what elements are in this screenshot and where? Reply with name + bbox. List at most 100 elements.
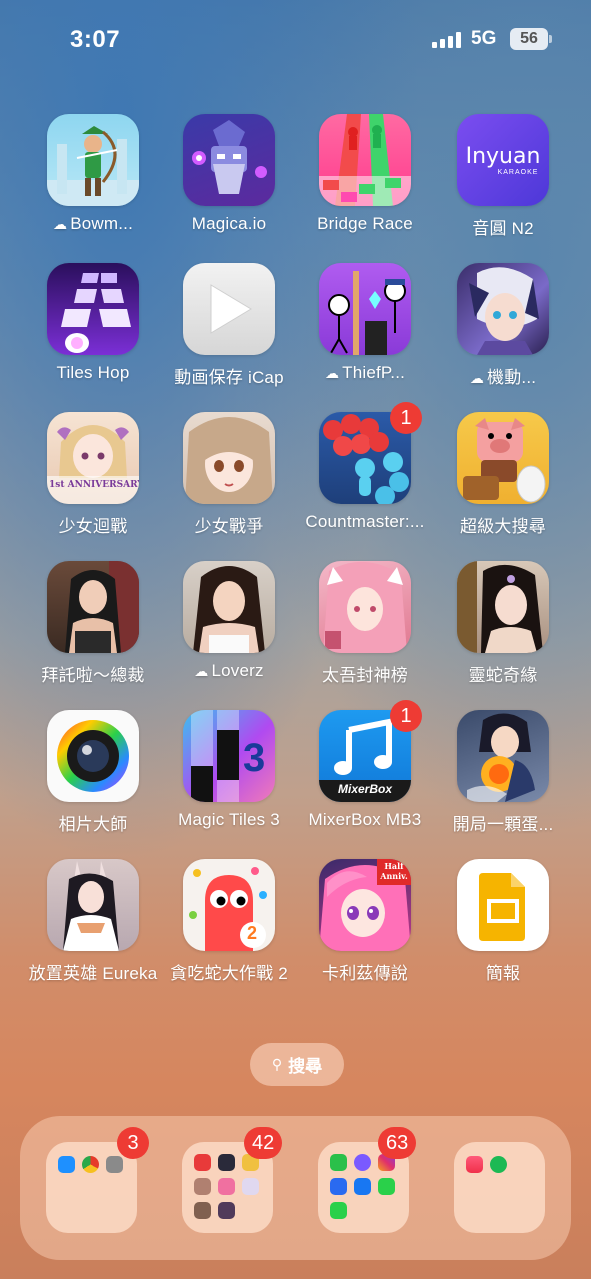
app-label: 貪吃蛇大作戰 2 — [170, 964, 288, 983]
dock-badge-2: 42 — [244, 1127, 283, 1159]
anime-girl-icon — [183, 412, 275, 504]
app-lingshe-qiyuan[interactable]: 靈蛇奇緣 — [428, 561, 578, 686]
app-label: 動画保存 iCap — [174, 368, 284, 387]
app-bowmasters[interactable]: ☁ Bowm... — [18, 114, 168, 234]
settings-gear-icon — [106, 1156, 123, 1173]
app-super-search[interactable]: 超級大搜尋 — [428, 412, 578, 537]
app-shaonu-huizhan[interactable]: 1st ANNIVERSARY 少女迴戰 — [18, 412, 168, 537]
signal-strength-icon — [432, 32, 461, 48]
app-label: Countmaster:... — [305, 512, 425, 531]
apple-music-icon — [466, 1156, 483, 1173]
half-anniversary-text: Half Anniv. — [380, 861, 408, 881]
game-icon — [194, 1202, 211, 1219]
spotlight-search-button[interactable]: ⚲ 搜尋 — [250, 1043, 344, 1086]
app-icon — [330, 1178, 347, 1195]
app-label: Magica.io — [191, 214, 267, 233]
anniversary-text: 1st ANNIVERSARY — [49, 480, 139, 490]
messenger-icon — [354, 1154, 371, 1171]
app-icap[interactable]: 動画保存 iCap — [154, 263, 304, 388]
app-photo-director[interactable]: 相片大師 — [18, 710, 168, 835]
game-icon — [194, 1178, 211, 1195]
app-loverz[interactable]: ☁ Loverz — [154, 561, 304, 681]
snake-icon: 2 — [183, 859, 275, 951]
cloud-download-icon: ☁ — [324, 365, 340, 381]
app-label: ☁ Loverz — [194, 661, 264, 680]
app-mixerbox[interactable]: 1 MixerBox MixerBox MB3 — [290, 700, 440, 830]
mixerbox-text: MixerBox — [337, 782, 393, 796]
app-inyuan-n2[interactable]: Inyuan KARAOKE 音圓 N2 — [428, 114, 578, 239]
status-bar: 3:07 5G 56 — [0, 0, 591, 80]
woman-selfie-icon — [183, 561, 275, 653]
app-label: ☁ 機動... — [469, 368, 537, 387]
cloud-download-icon: ☁ — [194, 663, 209, 679]
dock-folder-music[interactable] — [454, 1142, 545, 1233]
game-icon — [218, 1178, 235, 1195]
app-taiwu-fengshen[interactable]: 太吾封神榜 — [290, 561, 440, 686]
app-label: ☁ ThiefP... — [324, 363, 406, 382]
app-label: 少女戰爭 — [194, 517, 264, 536]
tiles-hop-icon — [47, 263, 139, 355]
app-kaiju-yike-dan[interactable]: 開局一顆蛋... — [428, 710, 578, 835]
app-magic-tiles-3[interactable]: 3 Magic Tiles 3 — [154, 710, 304, 830]
app-label: 拜託啦～總裁 — [41, 666, 145, 685]
app-magica-io[interactable]: Magica.io — [154, 114, 304, 234]
messages-icon — [378, 1178, 395, 1195]
app-kalizi-legend[interactable]: Half Anniv. 卡利茲傳說 — [290, 859, 440, 984]
notification-badge: 1 — [390, 700, 422, 732]
fantasy-girl-icon — [319, 561, 411, 653]
pokemon-icon — [194, 1154, 211, 1171]
pig-toilet-icon — [457, 412, 549, 504]
notification-badge: 1 — [390, 402, 422, 434]
anime-girl-anniversary-icon: 1st ANNIVERSARY — [47, 412, 139, 504]
app-label: 開局一顆蛋... — [452, 815, 554, 834]
app-eureka[interactable]: 放置英雄 Eureka — [18, 859, 168, 984]
search-icon: ⚲ — [271, 1056, 283, 1072]
dock-badge-1: 3 — [117, 1127, 149, 1159]
spotify-icon — [490, 1156, 507, 1173]
app-google-slides[interactable]: 簡報 — [428, 859, 578, 984]
app-label: 放置英雄 Eureka — [28, 964, 158, 983]
thief-puzzle-icon — [319, 263, 411, 355]
app-countmasters[interactable]: 1 Countmaster:... — [290, 402, 440, 532]
cloud-download-icon: ☁ — [52, 216, 68, 232]
cloud-download-icon: ☁ — [469, 370, 485, 386]
app-label: MixerBox MB3 — [308, 810, 422, 829]
line-icon — [330, 1154, 347, 1171]
app-mecha[interactable]: ☁ 機動... — [428, 263, 578, 388]
woman-portrait-icon — [47, 561, 139, 653]
app-thiefpuzzle[interactable]: ☁ ThiefP... — [290, 263, 440, 383]
battery-cap — [549, 35, 552, 43]
app-tiles-hop[interactable]: Tiles Hop — [18, 263, 168, 383]
bridge-race-icon — [319, 114, 411, 206]
bunny-girl-icon — [47, 859, 139, 951]
app-label: Tiles Hop — [56, 363, 130, 382]
search-label: 搜尋 — [288, 1057, 323, 1076]
app-label: Magic Tiles 3 — [178, 810, 280, 829]
app-baituola-zongcai[interactable]: 拜託啦～總裁 — [18, 561, 168, 686]
magica-io-icon — [183, 114, 275, 206]
app-label: 少女迴戰 — [58, 517, 128, 536]
bowmasters-icon — [47, 114, 139, 206]
facebook-icon — [354, 1178, 371, 1195]
safari-icon — [58, 1156, 75, 1173]
app-label: 超級大搜尋 — [460, 517, 546, 536]
app-label: 太吾封神榜 — [322, 666, 408, 685]
snake-princess-icon — [457, 561, 549, 653]
app-label: 相片大師 — [58, 815, 128, 834]
app-label: 音圓 N2 — [472, 219, 534, 238]
app-bridge-race[interactable]: Bridge Race — [290, 114, 440, 234]
game-icon — [218, 1202, 235, 1219]
pink-hair-girl-icon: Half Anniv. — [319, 859, 411, 951]
mecha-girl-icon — [457, 263, 549, 355]
snake-number: 2 — [247, 923, 258, 943]
phone-icon — [330, 1202, 347, 1219]
battery-icon: 56 — [510, 28, 548, 50]
app-label: 卡利茲傳說 — [322, 964, 408, 983]
network-type: 5G — [471, 28, 497, 49]
app-shaonu-zhanzheng[interactable]: 少女戰爭 — [154, 412, 304, 537]
app-snake-battle-2[interactable]: 2 貪吃蛇大作戰 2 — [154, 859, 304, 984]
app-label: Bridge Race — [317, 214, 413, 233]
chrome-icon — [82, 1156, 99, 1173]
app-label: 靈蛇奇緣 — [468, 666, 538, 685]
play-icon — [183, 263, 275, 355]
